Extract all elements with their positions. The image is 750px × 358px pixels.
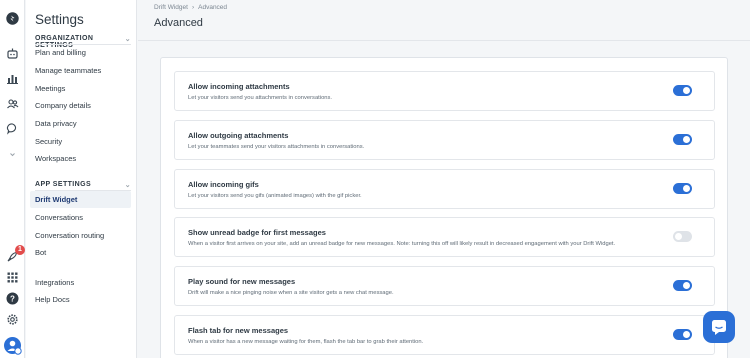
setting-description: Let your visitors send you gifs (animate… <box>188 193 362 199</box>
setting-card: Flash tab for new messages When a visito… <box>174 315 715 355</box>
toggle-knob <box>675 233 682 240</box>
toggle-play-sound[interactable] <box>673 280 692 291</box>
setting-description: When a visitor first arrives on your sit… <box>188 241 616 247</box>
settings-sidebar: Settings ORGANIZATION SETTINGS ⌄ Plan and… <box>26 0 137 358</box>
toggle-incoming-attachments[interactable] <box>673 85 692 96</box>
setting-title: Play sound for new messages <box>188 277 296 286</box>
sidebar-item-security[interactable]: Security <box>30 133 131 150</box>
avatar-icon[interactable] <box>3 336 22 355</box>
app-settings-header[interactable]: APP SETTINGS ⌄ <box>35 181 131 189</box>
setting-card: Show unread badge for first messages Whe… <box>174 217 715 257</box>
setting-description: When a visitor has a new message waiting… <box>188 339 424 345</box>
notification-badge: 1 <box>15 245 25 255</box>
conversations-icon[interactable] <box>6 122 19 135</box>
divider <box>138 40 750 41</box>
chat-icon <box>712 320 726 335</box>
toggle-knob <box>683 87 690 94</box>
chat-launcher-button[interactable] <box>703 311 735 343</box>
setting-title: Allow incoming gifs <box>188 180 259 189</box>
setting-description: Let your teammates send your visitors at… <box>188 144 365 150</box>
sidebar-item-conversation-routing[interactable]: Conversation routing <box>30 227 131 244</box>
more-chevron-icon[interactable] <box>6 148 19 161</box>
sidebar-item-company-details[interactable]: Company details <box>30 97 131 114</box>
contacts-icon[interactable] <box>6 97 19 110</box>
icon-rail: 1 ? <box>0 0 25 358</box>
page-title: Advanced <box>154 17 203 29</box>
toggle-knob <box>683 185 690 192</box>
main-content: Drift Widget › Advanced Advanced Allow inc… <box>138 0 750 358</box>
sidebar-item-data-privacy[interactable]: Data privacy <box>30 115 131 132</box>
breadcrumb-separator-icon: › <box>191 4 195 11</box>
sidebar-title: Settings <box>35 12 84 27</box>
toggle-outgoing-attachments[interactable] <box>673 134 692 145</box>
sidebar-item-manage-teammates[interactable]: Manage teammates <box>30 62 131 79</box>
sidebar-item-conversations[interactable]: Conversations <box>30 209 131 226</box>
setting-title: Allow incoming attachments <box>188 82 290 91</box>
breadcrumb-parent[interactable]: Drift Widget <box>154 4 188 11</box>
setting-description: Let your visitors send you attachments i… <box>188 95 333 101</box>
drift-logo-icon[interactable] <box>6 12 19 25</box>
svg-text:?: ? <box>10 294 15 303</box>
toggle-knob <box>683 282 690 289</box>
toggle-incoming-gifs[interactable] <box>673 183 692 194</box>
breadcrumb: Drift Widget › Advanced <box>154 4 227 11</box>
setting-card: Allow incoming attachments Let your visi… <box>174 71 715 111</box>
sidebar-item-meetings[interactable]: Meetings <box>30 80 131 97</box>
settings-icon[interactable] <box>6 313 19 326</box>
toggle-knob <box>683 331 690 338</box>
sidebar-item-plan-billing[interactable]: Plan and billing <box>30 44 131 61</box>
apps-grid-icon[interactable] <box>6 271 19 284</box>
setting-title: Flash tab for new messages <box>188 326 289 335</box>
sidebar-item-workspaces[interactable]: Workspaces <box>30 150 131 167</box>
setting-card: Allow incoming gifs Let your visitors se… <box>174 169 715 209</box>
setting-title: Allow outgoing attachments <box>188 131 289 140</box>
chevron-down-icon: ⌄ <box>124 182 131 189</box>
sidebar-item-bot[interactable]: Bot <box>30 244 131 261</box>
setting-description: Drift will make a nice pinging noise whe… <box>188 290 394 296</box>
help-icon[interactable]: ? <box>6 292 19 305</box>
sidebar-item-drift-widget[interactable]: Drift Widget <box>30 191 131 208</box>
sidebar-item-integrations[interactable]: Integrations <box>30 274 131 291</box>
settings-panel: Allow incoming attachments Let your visi… <box>160 57 728 358</box>
setting-card: Play sound for new messages Drift will m… <box>174 266 715 306</box>
reports-icon[interactable] <box>6 72 19 85</box>
sidebar-item-help-docs[interactable]: Help Docs <box>30 291 131 308</box>
toggle-flash-tab[interactable] <box>673 329 692 340</box>
setting-title: Show unread badge for first messages <box>188 228 326 237</box>
bot-icon[interactable] <box>6 47 19 60</box>
setting-card: Allow outgoing attachments Let your team… <box>174 120 715 160</box>
toggle-knob <box>683 136 690 143</box>
breadcrumb-current: Advanced <box>198 4 228 11</box>
toggle-unread-badge[interactable] <box>673 231 692 242</box>
